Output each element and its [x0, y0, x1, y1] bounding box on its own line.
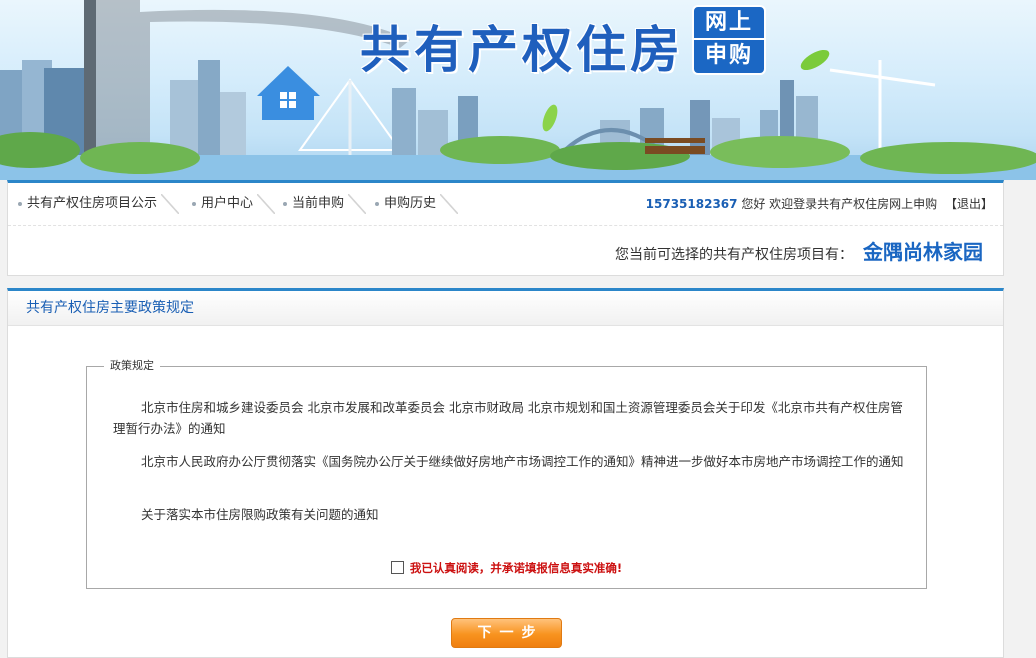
banner-title: 共有产权住房	[360, 21, 684, 79]
welcome-text: 您好 欢迎登录共有产权住房网上申购	[741, 197, 938, 211]
nav-item-label: 用户中心	[201, 196, 254, 211]
divider-slash-icon	[161, 193, 180, 214]
policy-panel-title: 共有产权住房主要政策规定	[8, 291, 1003, 326]
agree-checkbox[interactable]	[390, 561, 404, 574]
available-project: 您当前可选择的共有产权住房项目有： 金隅尚林家园	[615, 237, 983, 267]
nav-item-label: 共有产权住房项目公示	[27, 196, 158, 211]
bullet-icon	[192, 201, 196, 206]
agree-label[interactable]: 我已认真阅读，并承诺填报信息真实准确!	[410, 561, 622, 575]
policy-fieldset: 政策规定 北京市住房和城乡建设委员会 北京市发展和改革委员会 北京市财政局 北京…	[86, 358, 927, 589]
available-project-label: 您当前可选择的共有产权住房项目有：	[615, 247, 853, 263]
badge-bottom-text: 申购	[694, 38, 764, 71]
policy-item-1[interactable]: 北京市住房和城乡建设委员会 北京市发展和改革委员会 北京市财政局 北京市规划和国…	[113, 397, 913, 439]
nav-item-application-history[interactable]: 申购历史	[375, 193, 459, 215]
header-banner: 共有产权住房 网上 申购	[0, 0, 1036, 180]
nav-item-current-application[interactable]: 当前申购	[283, 193, 367, 215]
divider-slash-icon	[257, 193, 276, 214]
agreement-row: 我已认真阅读，并承诺填报信息真实准确!	[87, 560, 926, 576]
policy-legend: 政策规定	[104, 358, 160, 374]
user-info: 15735182367 您好 欢迎登录共有产权住房网上申购 【退出】	[646, 193, 993, 215]
nav-item-user-center[interactable]: 用户中心	[192, 193, 276, 215]
nav-item-label: 当前申购	[292, 196, 345, 211]
divider-slash-icon	[348, 193, 367, 214]
divider-slash-icon	[440, 193, 459, 214]
logout-link[interactable]: 【退出】	[945, 197, 993, 211]
user-phone: 15735182367	[645, 197, 738, 211]
bullet-icon	[283, 201, 287, 206]
next-step-button[interactable]: 下一步	[451, 618, 562, 648]
bullet-icon	[18, 201, 22, 206]
nav-item-project-announcement[interactable]: 共有产权住房项目公示	[18, 193, 180, 215]
top-nav-panel: 共有产权住房项目公示 用户中心 当前申购 申购历史 15735182367 您好…	[7, 180, 1004, 276]
policy-item-2[interactable]: 北京市人民政府办公厅贯彻落实《国务院办公厅关于继续做好房地产市场调控工作的通知》…	[113, 451, 913, 472]
badge-top-text: 网上	[704, 10, 753, 35]
main-nav: 共有产权住房项目公示 用户中心 当前申购 申购历史 15735182367 您好…	[8, 183, 1003, 226]
policy-panel: 共有产权住房主要政策规定 政策规定 北京市住房和城乡建设委员会 北京市发展和改革…	[7, 288, 1004, 658]
nav-item-label: 申购历史	[384, 196, 437, 211]
policy-item-3[interactable]: 关于落实本市住房限购政策有关问题的通知	[113, 504, 913, 525]
online-purchase-badge: 网上 申购	[694, 7, 764, 73]
house-icon	[257, 66, 320, 120]
project-name: 金隅尚林家园	[863, 240, 983, 264]
bullet-icon	[375, 201, 379, 206]
